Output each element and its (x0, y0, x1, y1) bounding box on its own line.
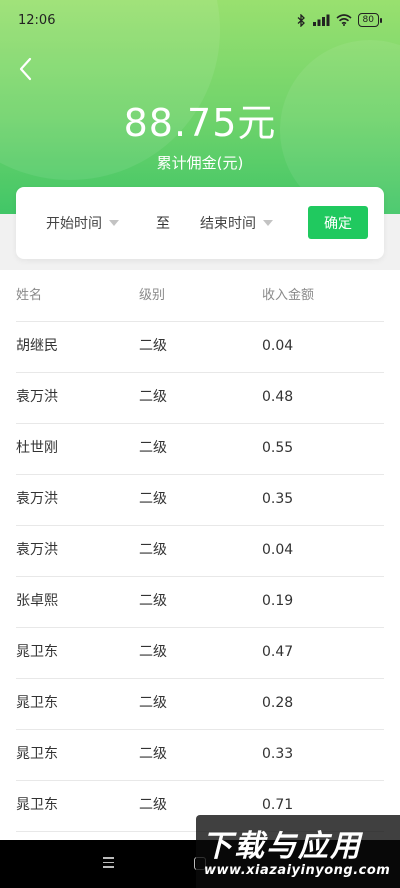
battery-level: 80 (357, 13, 379, 27)
table-row: 晁卫东 二级 0.33 (16, 729, 384, 781)
column-header-name: 姓名 (16, 288, 43, 303)
row-income: 0.04 (262, 338, 294, 354)
status-time: 12:06 (18, 12, 56, 28)
row-level: 二级 (139, 695, 167, 711)
row-name: 晁卫东 (16, 644, 58, 660)
row-income: 0.04 (262, 542, 294, 558)
row-name: 袁万洪 (16, 389, 58, 405)
row-level: 二级 (139, 389, 167, 405)
column-header-income: 收入金额 (262, 288, 315, 303)
total-commission-amount: 88.75元 (123, 101, 277, 145)
end-time-label: 结束时间 (200, 216, 256, 232)
row-level: 二级 (139, 491, 167, 507)
start-time-select[interactable]: 开始时间 (46, 187, 119, 259)
menu-icon[interactable] (103, 857, 114, 871)
chevron-left-icon (19, 57, 32, 81)
row-income: 0.48 (262, 389, 294, 405)
date-filter-card: 开始时间 至 结束时间 确定 (16, 187, 384, 259)
row-income: 0.28 (262, 695, 294, 711)
table-row: 袁万洪 二级 0.48 (16, 372, 384, 424)
bluetooth-icon (297, 13, 305, 27)
row-income: 0.47 (262, 644, 294, 660)
signal-icon (312, 14, 330, 26)
row-income: 0.33 (262, 746, 294, 762)
range-separator: 至 (156, 216, 170, 232)
watermark-title: 下载与应用 (202, 829, 362, 864)
row-name: 杜世刚 (16, 440, 58, 456)
row-level: 二级 (139, 593, 167, 609)
confirm-button[interactable]: 确定 (308, 206, 368, 239)
start-time-label: 开始时间 (46, 216, 102, 232)
row-name: 袁万洪 (16, 491, 58, 507)
row-name: 晁卫东 (16, 797, 58, 813)
row-name: 袁万洪 (16, 542, 58, 558)
table-row: 晁卫东 二级 0.28 (16, 678, 384, 730)
table-row: 胡继民 二级 0.04 (16, 321, 384, 373)
table-header: 姓名 级别 收入金额 (16, 270, 384, 322)
wifi-icon (336, 14, 352, 26)
table-row: 杜世刚 二级 0.55 (16, 423, 384, 475)
caret-down-icon (263, 220, 273, 226)
row-level: 二级 (139, 746, 167, 762)
row-name: 胡继民 (16, 338, 58, 354)
row-level: 二级 (139, 797, 167, 813)
row-level: 二级 (139, 440, 167, 456)
row-income: 0.55 (262, 440, 294, 456)
watermark-url: www.xiazaiyinyong.com (204, 863, 391, 878)
table-row: 张卓熙 二级 0.19 (16, 576, 384, 628)
row-level: 二级 (139, 542, 167, 558)
table-row: 袁万洪 二级 0.04 (16, 525, 384, 577)
row-name: 晁卫东 (16, 695, 58, 711)
row-name: 张卓熙 (16, 593, 58, 609)
battery-tip (380, 17, 382, 23)
end-time-select[interactable]: 结束时间 (200, 187, 273, 259)
table-row: 袁万洪 二级 0.35 (16, 474, 384, 526)
total-commission-label: 累计佣金(元) (156, 154, 244, 172)
back-button[interactable] (10, 54, 40, 84)
status-icons: 80 (297, 13, 382, 27)
row-level: 二级 (139, 644, 167, 660)
battery-icon: 80 (357, 13, 382, 27)
caret-down-icon (109, 220, 119, 226)
column-header-level: 级别 (139, 288, 166, 303)
table-row: 晁卫东 二级 0.47 (16, 627, 384, 679)
row-income: 0.19 (262, 593, 294, 609)
watermark-logo: 下载与应用 www.xiazaiyinyong.com (196, 815, 400, 888)
status-bar: 12:06 80 (0, 0, 400, 40)
row-name: 晁卫东 (16, 746, 58, 762)
row-level: 二级 (139, 338, 167, 354)
commission-list: 姓名 级别 收入金额 胡继民 二级 0.04 袁万洪 二级 0.48 杜世刚 二… (0, 270, 400, 840)
row-income: 0.35 (262, 491, 294, 507)
